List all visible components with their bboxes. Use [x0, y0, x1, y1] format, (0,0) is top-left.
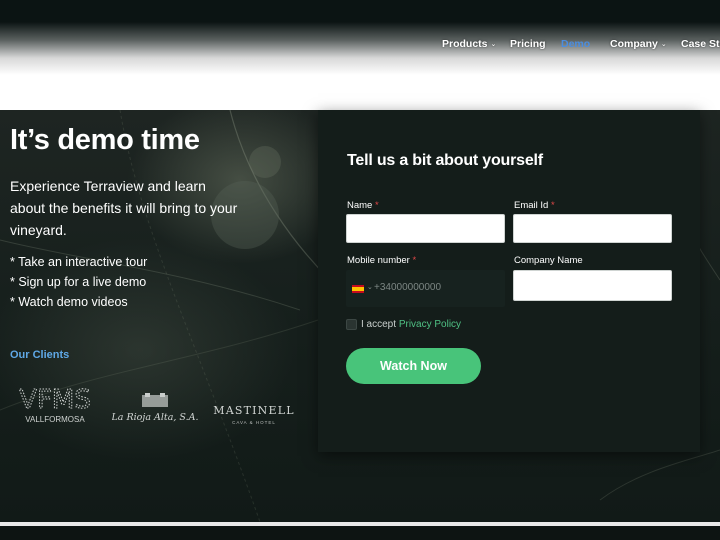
nav-demo[interactable]: Demo — [561, 38, 590, 50]
footer — [0, 526, 720, 540]
svg-text:VFMS: VFMS — [19, 385, 91, 415]
required-marker: * — [412, 255, 417, 266]
list-item: * Take an interactive tour — [10, 255, 148, 269]
form-title: Tell us a bit about yourself — [347, 152, 543, 169]
nav-case-studies[interactable]: Case Stu — [681, 38, 720, 50]
company-label: Company Name — [514, 255, 583, 266]
main-nav: Products⌄ Pricing Demo Company⌄ Case Stu — [0, 38, 720, 52]
logo-vallformosa: VFMS VALLFORMOSA — [18, 382, 92, 431]
mobile-number-field[interactable]: ⌄ +34000000000 — [346, 270, 505, 307]
site-header: Products⌄ Pricing Demo Company⌄ Case Stu — [0, 0, 720, 110]
required-marker: * — [550, 200, 555, 211]
svg-text:MASTINELL: MASTINELL — [213, 404, 295, 417]
nav-pricing[interactable]: Pricing — [510, 38, 546, 50]
page-title: It’s demo time — [10, 124, 200, 156]
watch-now-button[interactable]: Watch Now — [346, 348, 481, 384]
company-name-field[interactable] — [513, 270, 672, 301]
required-marker: * — [374, 200, 379, 211]
svg-text:CAVA & HOTEL: CAVA & HOTEL — [232, 420, 276, 425]
logo-mastinell: MASTINELL CAVA & HOTEL — [212, 403, 298, 432]
list-item: * Watch demo videos — [10, 295, 128, 309]
chevron-down-icon[interactable]: ⌄ — [367, 283, 373, 291]
nav-products[interactable]: Products ⌄ — [442, 38, 496, 50]
chevron-down-icon: ⌄ — [490, 41, 497, 48]
mobile-label: Mobile number * — [347, 255, 417, 266]
email-label: Email Id * — [514, 200, 555, 211]
list-item: * Sign up for a live demo — [10, 275, 147, 289]
nav-company[interactable]: Company ⌄ — [610, 38, 667, 50]
spain-flag-icon[interactable] — [352, 285, 364, 293]
logo-la-rioja-alta: La Rioja Alta, S.A. — [110, 393, 199, 432]
email-field[interactable] — [513, 214, 672, 243]
privacy-policy-link[interactable]: Privacy Policy — [399, 319, 461, 330]
privacy-consent-text: I accept Privacy Policy — [361, 319, 462, 330]
svg-text:La Rioja Alta, S.A.: La Rioja Alta, S.A. — [112, 412, 198, 423]
svg-text:VALLFORMOSA: VALLFORMOSA — [25, 415, 85, 424]
feature-list: * Take an interactive tour * Sign up for… — [10, 252, 147, 312]
name-label: Name * — [347, 200, 379, 211]
name-field[interactable] — [346, 214, 505, 243]
phone-input[interactable]: +34000000000 — [374, 282, 441, 293]
hero-description: Experience Terraview and learn about the… — [10, 178, 238, 238]
chevron-down-icon: ⌄ — [660, 41, 667, 48]
privacy-checkbox[interactable] — [346, 319, 357, 330]
clients-heading: Our Clients — [10, 349, 70, 361]
